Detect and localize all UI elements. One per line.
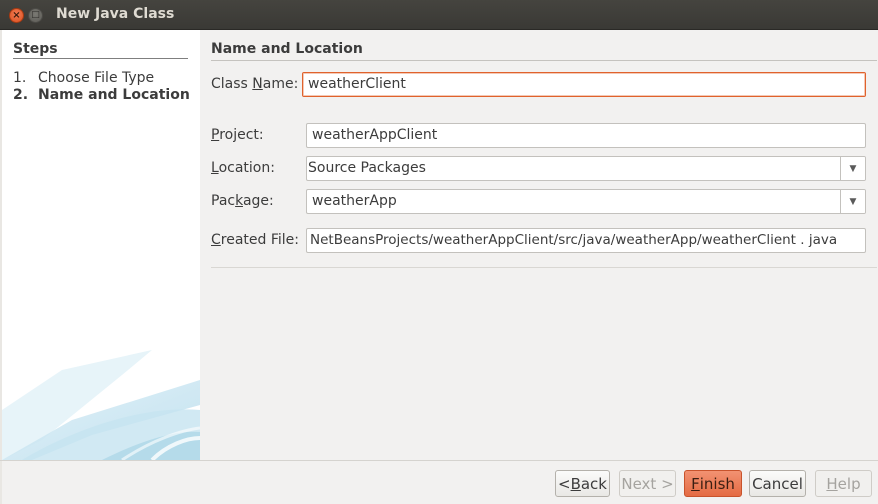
- created-file-field: NetBeansProjects/weatherAppClient/src/ja…: [306, 228, 866, 253]
- chevron-down-icon[interactable]: ▼: [840, 190, 865, 213]
- steps-title: Steps: [13, 41, 58, 57]
- button-bar-divider: [0, 460, 878, 461]
- maximize-icon[interactable]: □: [28, 8, 43, 23]
- package-combobox[interactable]: weatherApp ▼: [306, 189, 866, 214]
- title-bar[interactable]: × □ New Java Class: [0, 0, 878, 30]
- next-button[interactable]: Next >: [619, 470, 676, 497]
- step-number: 2.: [13, 87, 29, 103]
- close-icon[interactable]: ×: [9, 8, 24, 23]
- class-name-input[interactable]: weatherClient: [302, 72, 866, 97]
- back-button[interactable]: < Back: [555, 470, 610, 497]
- finish-button[interactable]: Finish: [684, 470, 742, 497]
- panel-title: Name and Location: [211, 41, 363, 57]
- step-item-choose-file-type: 1. Choose File Type: [13, 70, 154, 86]
- step-number: 1.: [13, 70, 27, 86]
- package-label: Package:: [211, 193, 274, 209]
- step-label: Choose File Type: [38, 70, 155, 86]
- location-value: Source Packages: [308, 160, 426, 176]
- panel-divider: [211, 60, 877, 61]
- steps-panel: Steps 1. Choose File Type 2. Name and Loca…: [2, 30, 200, 460]
- class-name-label: Class Name:: [211, 76, 299, 92]
- wizard-decoration-image: [2, 350, 200, 460]
- window-title: New Java Class: [56, 6, 175, 22]
- help-button[interactable]: Help: [815, 470, 872, 497]
- location-dropdown[interactable]: Source Packages ▼: [306, 156, 866, 181]
- package-value: weatherApp: [312, 193, 397, 209]
- form-bottom-divider: [211, 267, 877, 268]
- created-file-label: Created File:: [211, 232, 300, 248]
- project-field: weatherAppClient: [306, 123, 866, 148]
- cancel-button[interactable]: Cancel: [749, 470, 806, 497]
- step-item-name-and-location: 2. Name and Location: [13, 87, 190, 103]
- chevron-down-icon[interactable]: ▼: [840, 157, 865, 180]
- location-label: Location:: [211, 160, 275, 176]
- project-label: Project:: [211, 127, 264, 143]
- step-label: Name and Location: [38, 87, 190, 103]
- steps-divider: [13, 58, 188, 59]
